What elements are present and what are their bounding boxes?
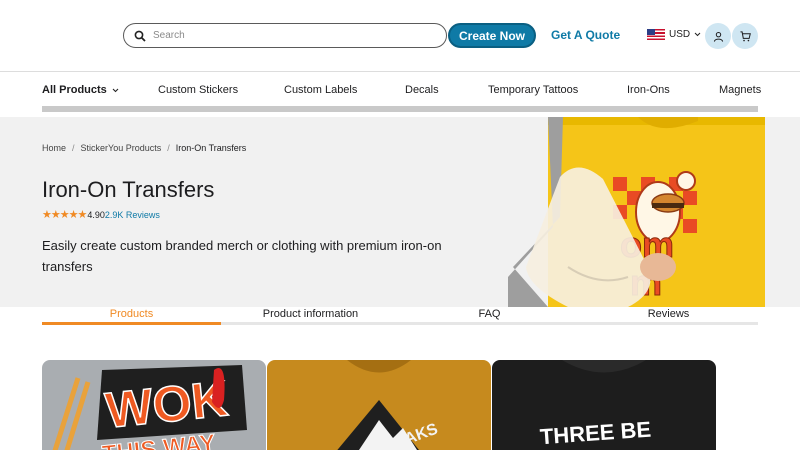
product-card[interactable]: EAKS: [267, 360, 491, 450]
nav-custom-labels[interactable]: Custom Labels: [284, 84, 357, 96]
nav-all-products[interactable]: All Products: [42, 84, 119, 96]
product-card[interactable]: WOK THIS WAY: [42, 360, 266, 450]
chevron-down-icon: [694, 32, 701, 37]
nav-decals[interactable]: Decals: [405, 84, 439, 96]
breadcrumb-home[interactable]: Home: [42, 143, 66, 153]
cart-icon: [739, 30, 751, 41]
search-input[interactable]: [153, 30, 433, 41]
hero-section: Home / StickerYou Products / Iron-On Tra…: [0, 117, 800, 307]
tab-product-information[interactable]: Product information: [221, 307, 400, 325]
currency-selector[interactable]: USD: [647, 29, 701, 40]
hero-image: om m: [508, 117, 765, 307]
product-image: EAKS: [267, 360, 491, 450]
rating-value: 4.90: [87, 209, 105, 220]
star-rating-icon: ★★★★★: [42, 209, 87, 221]
us-flag-icon: [647, 29, 665, 40]
search-icon: [134, 30, 146, 42]
nav-custom-stickers[interactable]: Custom Stickers: [158, 84, 238, 96]
breadcrumb-separator: /: [72, 143, 75, 153]
nav-label: All Products: [42, 84, 107, 96]
breadcrumb-current: Iron-On Transfers: [175, 143, 247, 153]
product-image: THREE BE: [492, 360, 716, 450]
hero-description: Easily create custom branded merch or cl…: [42, 238, 442, 274]
breadcrumb: Home / StickerYou Products / Iron-On Tra…: [42, 143, 246, 153]
reviews-link[interactable]: 2.9K Reviews: [105, 210, 160, 220]
account-button[interactable]: [705, 23, 731, 49]
product-card[interactable]: THREE BE: [492, 360, 716, 450]
search-bar[interactable]: [123, 23, 447, 48]
breadcrumb-separator: /: [167, 143, 170, 153]
main-nav: All Products Custom Stickers Custom Labe…: [0, 80, 800, 100]
currency-label: USD: [669, 29, 691, 40]
page-title: Iron-On Transfers: [42, 177, 215, 202]
nav-magnets[interactable]: Magnets: [719, 84, 761, 96]
cart-button[interactable]: [732, 23, 758, 49]
get-a-quote-link[interactable]: Get A Quote: [551, 28, 620, 42]
create-now-button[interactable]: Create Now: [448, 23, 536, 48]
nav-temporary-tattoos[interactable]: Temporary Tattoos: [488, 84, 578, 96]
user-icon: [713, 31, 723, 42]
tab-faq[interactable]: FAQ: [400, 307, 579, 325]
rating-row: ★★★★★ 4.90 2.9K Reviews: [42, 208, 160, 221]
header-divider: [0, 71, 800, 72]
product-tabs: Products Product information FAQ Reviews: [42, 307, 758, 325]
breadcrumb-products[interactable]: StickerYou Products: [81, 143, 162, 153]
product-image: WOK THIS WAY: [42, 360, 266, 450]
tab-reviews[interactable]: Reviews: [579, 307, 758, 325]
chevron-down-icon: [112, 88, 119, 92]
nav-iron-ons[interactable]: Iron-Ons: [627, 84, 670, 96]
nav-scrollbar[interactable]: [42, 106, 758, 112]
tab-products[interactable]: Products: [42, 307, 221, 325]
